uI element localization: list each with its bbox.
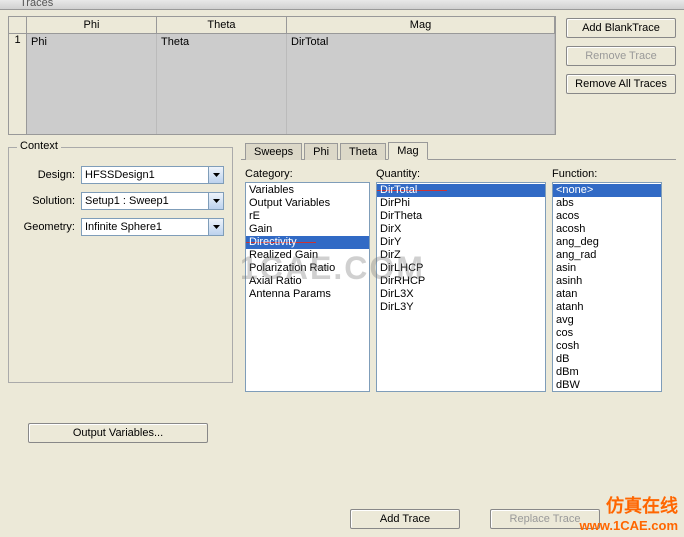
quantity-item[interactable]: DirZ — [377, 249, 545, 262]
cell-phi[interactable]: Phi — [27, 34, 157, 134]
context-legend: Context — [17, 140, 61, 152]
geometry-label: Geometry: — [17, 221, 75, 233]
window-titlebar: Traces — [0, 0, 684, 10]
tab-phi[interactable]: Phi — [304, 143, 338, 160]
function-item[interactable]: atanh — [553, 301, 661, 314]
solution-combo[interactable]: Setup1 : Sweep1 — [81, 192, 224, 210]
function-item[interactable]: acos — [553, 210, 661, 223]
function-item[interactable]: asin — [553, 262, 661, 275]
quantity-item[interactable]: DirTheta — [377, 210, 545, 223]
cell-theta[interactable]: Theta — [157, 34, 287, 134]
function-item[interactable]: atan — [553, 288, 661, 301]
column-header-theta[interactable]: Theta — [157, 17, 287, 33]
category-item[interactable]: Gain — [246, 223, 369, 236]
quantity-item[interactable]: DirL3Y — [377, 301, 545, 314]
design-label: Design: — [17, 169, 75, 181]
context-groupbox: Context Design: HFSSDesign1 Solution: Se… — [8, 147, 233, 383]
function-item[interactable]: cosh — [553, 340, 661, 353]
tab-sweeps[interactable]: Sweeps — [245, 143, 302, 160]
category-item[interactable]: rE — [246, 210, 369, 223]
function-item[interactable]: ang_deg — [553, 236, 661, 249]
remove-all-traces-button[interactable]: Remove All Traces — [566, 74, 676, 94]
quantity-listbox[interactable]: DirTotalDirPhiDirThetaDirXDirYDirZDirLHC… — [376, 182, 546, 392]
quantity-item[interactable]: DirY — [377, 236, 545, 249]
quantity-label: Quantity: — [376, 168, 546, 180]
function-item[interactable]: abs — [553, 197, 661, 210]
function-item[interactable]: cos — [553, 327, 661, 340]
tabs: Sweeps Phi Theta Mag — [241, 141, 676, 160]
traces-table: Phi Theta Mag 1 Phi Theta DirTotal — [8, 16, 556, 135]
chevron-down-icon[interactable] — [208, 166, 224, 184]
category-item[interactable]: Antenna Params — [246, 288, 369, 301]
geometry-value[interactable]: Infinite Sphere1 — [81, 218, 208, 236]
category-item[interactable]: Polarization Ratio — [246, 262, 369, 275]
chevron-down-icon[interactable] — [208, 218, 224, 236]
function-item[interactable]: dBm — [553, 366, 661, 379]
remove-trace-button[interactable]: Remove Trace — [566, 46, 676, 66]
add-blank-trace-button[interactable]: Add BlankTrace — [566, 18, 676, 38]
column-header-mag[interactable]: Mag — [287, 17, 555, 33]
output-variables-button[interactable]: Output Variables... — [28, 423, 208, 443]
cell-mag[interactable]: DirTotal — [287, 34, 555, 134]
function-item[interactable]: ang_rad — [553, 249, 661, 262]
quantity-item[interactable]: DirLHCP — [377, 262, 545, 275]
design-combo[interactable]: HFSSDesign1 — [81, 166, 224, 184]
function-item[interactable]: dBW — [553, 379, 661, 392]
design-value[interactable]: HFSSDesign1 — [81, 166, 208, 184]
replace-trace-button[interactable]: Replace Trace — [490, 509, 600, 529]
column-header-phi[interactable]: Phi — [27, 17, 157, 33]
function-listbox[interactable]: <none>absacosacoshang_degang_radasinasin… — [552, 182, 662, 392]
category-item[interactable]: Output Variables — [246, 197, 369, 210]
quantity-item[interactable]: DirL3X — [377, 288, 545, 301]
chevron-down-icon[interactable] — [208, 192, 224, 210]
tab-mag[interactable]: Mag — [388, 142, 427, 160]
window-title: Traces — [20, 0, 53, 9]
category-listbox[interactable]: VariablesOutput VariablesrEGainDirectivi… — [245, 182, 370, 392]
function-item[interactable]: <none> — [553, 184, 661, 197]
solution-value[interactable]: Setup1 : Sweep1 — [81, 192, 208, 210]
tab-theta[interactable]: Theta — [340, 143, 386, 160]
quantity-item[interactable]: DirPhi — [377, 197, 545, 210]
geometry-combo[interactable]: Infinite Sphere1 — [81, 218, 224, 236]
quantity-item[interactable]: DirRHCP — [377, 275, 545, 288]
solution-label: Solution: — [17, 195, 75, 207]
category-item[interactable]: Axial Ratio — [246, 275, 369, 288]
category-item[interactable]: Variables — [246, 184, 369, 197]
category-label: Category: — [245, 168, 370, 180]
function-item[interactable]: acosh — [553, 223, 661, 236]
category-item[interactable]: Realized Gain — [246, 249, 369, 262]
quantity-item[interactable]: DirX — [377, 223, 545, 236]
function-item[interactable]: dB — [553, 353, 661, 366]
row-number-header — [9, 17, 27, 33]
quantity-item[interactable]: DirTotal — [377, 184, 545, 197]
function-item[interactable]: asinh — [553, 275, 661, 288]
add-trace-button[interactable]: Add Trace — [350, 509, 460, 529]
row-number[interactable]: 1 — [9, 34, 27, 134]
function-label: Function: — [552, 168, 662, 180]
function-item[interactable]: avg — [553, 314, 661, 327]
